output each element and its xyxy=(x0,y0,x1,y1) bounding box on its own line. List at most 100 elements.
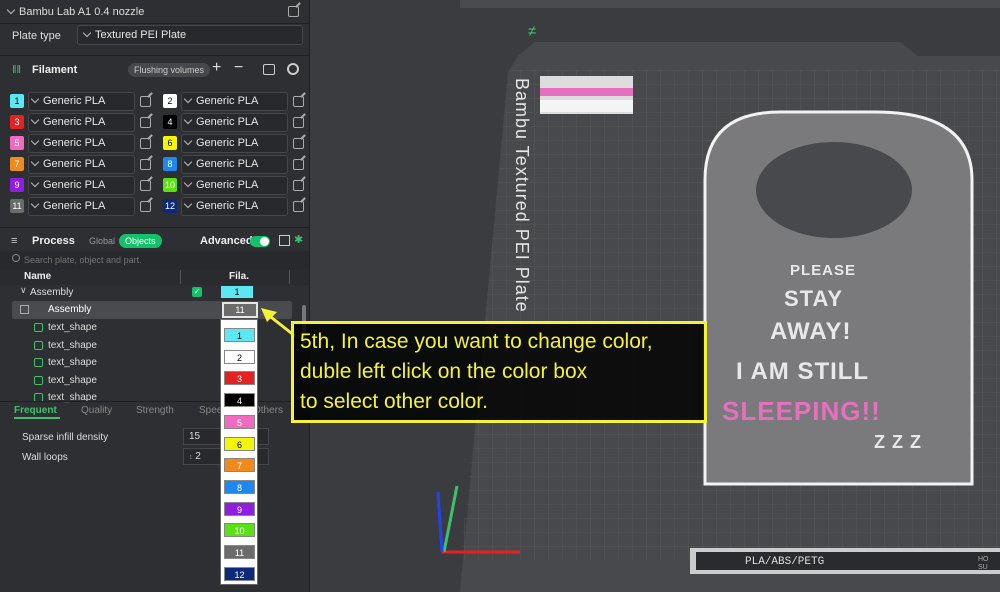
global-tab[interactable]: Global xyxy=(89,236,115,246)
tool-icon[interactable]: ✱ xyxy=(294,233,303,246)
filament-color-swatch[interactable]: 2 xyxy=(163,94,177,108)
edit-filament-icon[interactable] xyxy=(293,96,304,107)
filament-select[interactable]: Generic PLA xyxy=(28,134,135,153)
process-header: ≡ Process Global Objects Advanced ✱ xyxy=(0,227,309,251)
add-filament-icon[interactable]: + xyxy=(212,59,221,77)
edit-filament-icon[interactable] xyxy=(140,138,151,149)
edit-filament-icon[interactable] xyxy=(293,159,304,170)
filament-color-swatch[interactable]: 1 xyxy=(10,94,24,108)
sign-line: AWAY! xyxy=(770,318,852,345)
tab-quality[interactable]: Quality xyxy=(81,405,112,416)
color-option[interactable]: 11 xyxy=(224,545,255,559)
edit-filament-icon[interactable] xyxy=(293,138,304,149)
filament-select[interactable]: Generic PLA xyxy=(28,113,135,132)
filament-color-swatch[interactable]: 4 xyxy=(163,115,177,129)
color-option[interactable]: 4 xyxy=(224,393,255,408)
color-option[interactable]: 7 xyxy=(224,458,255,473)
filament-select[interactable]: Generic PLA xyxy=(28,155,135,174)
filament-color-swatch[interactable]: 9 xyxy=(10,178,24,192)
edit-filament-icon[interactable] xyxy=(293,117,304,128)
filament-color-swatch[interactable]: 10 xyxy=(163,178,177,192)
filament-select[interactable]: Generic PLA xyxy=(181,113,288,132)
color-option[interactable]: 5 xyxy=(224,414,255,429)
flushing-volumes-button[interactable]: Flushing volumes xyxy=(128,63,211,77)
filament-color-swatch[interactable]: 3 xyxy=(10,115,24,129)
child-name: text_shape xyxy=(48,322,97,333)
chevron-down-icon xyxy=(30,199,40,209)
object-search[interactable] xyxy=(0,251,309,269)
text-shape-icon xyxy=(34,375,43,385)
edit-filament-icon[interactable] xyxy=(140,159,151,170)
filament-name: Generic PLA xyxy=(196,137,259,149)
list-icon[interactable] xyxy=(279,235,290,246)
object-icon xyxy=(20,305,29,314)
chevron-down-icon xyxy=(30,178,40,188)
color-option[interactable]: 8 xyxy=(224,479,255,494)
color-option[interactable]: 2 xyxy=(224,349,255,364)
setting-label: Wall loops xyxy=(22,452,68,463)
objects-tab[interactable]: Objects xyxy=(119,234,162,248)
sync-icon[interactable] xyxy=(263,64,275,75)
edit-filament-icon[interactable] xyxy=(140,180,151,191)
color-option[interactable]: 6 xyxy=(224,436,255,451)
chevron-down-icon xyxy=(30,115,40,125)
edit-filament-icon[interactable] xyxy=(293,201,304,212)
settings-tabs: Frequent Quality Strength Speed Others xyxy=(0,401,309,419)
child-name: text_shape xyxy=(48,339,97,351)
chevron-down-icon xyxy=(183,115,193,125)
edit-filament-icon[interactable] xyxy=(293,180,304,191)
tree-item-selected[interactable]: Assembly 11 xyxy=(12,301,292,319)
chevron-down-icon xyxy=(183,136,193,146)
tab-strength[interactable]: Strength xyxy=(136,405,174,416)
stepper-arrows-icon[interactable]: ↕ xyxy=(189,454,193,461)
plate-icon[interactable]: ≠ xyxy=(528,23,536,40)
color-option[interactable]: 3 xyxy=(224,371,255,386)
filament-select[interactable]: Generic PLA xyxy=(181,92,288,111)
color-option[interactable]: 1 xyxy=(224,328,255,342)
plate-bottom-label: PLA/ABS/PETG xyxy=(745,556,825,568)
filament-color-swatch[interactable]: 5 xyxy=(10,136,24,150)
filament-color-swatch[interactable]: 11 xyxy=(10,199,24,213)
group-fila-box[interactable]: 1 xyxy=(221,286,253,298)
gear-icon[interactable] xyxy=(287,63,299,75)
color-option[interactable]: 9 xyxy=(224,501,255,516)
color-option[interactable]: 10 xyxy=(224,523,255,538)
plate-type-select[interactable]: Textured PEI Plate xyxy=(77,25,303,45)
3d-viewport[interactable]: Bambu Textured PEI Plate PLEASE STAY AWAY!… xyxy=(310,0,1000,592)
setting-value: 2 xyxy=(195,451,201,462)
printer-select[interactable]: Bambu Lab A1 0.4 nozzle xyxy=(6,5,145,18)
color-option[interactable]: 12 xyxy=(224,566,255,581)
filament-name: Generic PLA xyxy=(43,116,106,128)
edit-printer-icon[interactable] xyxy=(288,6,299,17)
filament-color-swatch[interactable]: 6 xyxy=(163,136,177,150)
filament-color-swatch[interactable]: 7 xyxy=(10,157,24,171)
edit-filament-icon[interactable] xyxy=(140,201,151,212)
advanced-toggle[interactable] xyxy=(250,236,270,247)
filament-select[interactable]: Generic PLA xyxy=(181,155,288,174)
filament-select[interactable]: Generic PLA xyxy=(181,134,288,153)
filament-color-swatch[interactable]: 8 xyxy=(163,157,177,171)
remove-filament-icon[interactable]: − xyxy=(234,59,243,77)
tree-group-assembly[interactable]: ∨ Assembly ✓ 1 xyxy=(0,285,300,302)
setting-row: Wall loops ↕ 2 xyxy=(0,448,309,466)
printer-name: Bambu Lab A1 0.4 nozzle xyxy=(19,6,145,18)
search-icon xyxy=(12,254,20,262)
filament-color-swatch[interactable]: 12 xyxy=(163,199,177,213)
search-input[interactable] xyxy=(24,252,294,268)
edit-filament-icon[interactable] xyxy=(140,96,151,107)
text-shape-icon xyxy=(34,358,43,367)
edit-filament-icon[interactable] xyxy=(140,117,151,128)
printer-row: Bambu Lab A1 0.4 nozzle xyxy=(0,0,309,24)
plate-bottom-right: HO SU xyxy=(978,556,989,571)
tab-frequent[interactable]: Frequent xyxy=(14,405,57,416)
filament-select[interactable]: Generic PLA xyxy=(181,197,288,216)
filament-select[interactable]: Generic PLA xyxy=(28,92,135,111)
callout-line: duble left click on the color box xyxy=(300,360,588,383)
checkbox-icon[interactable]: ✓ xyxy=(192,287,202,297)
filament-name: Generic PLA xyxy=(196,116,259,128)
text-shape-icon xyxy=(34,323,43,332)
filament-select[interactable]: Generic PLA xyxy=(28,176,135,195)
filament-select[interactable]: Generic PLA xyxy=(28,197,135,216)
filament-select[interactable]: Generic PLA xyxy=(181,176,288,195)
selected-fila-box[interactable]: 11 xyxy=(222,302,258,318)
